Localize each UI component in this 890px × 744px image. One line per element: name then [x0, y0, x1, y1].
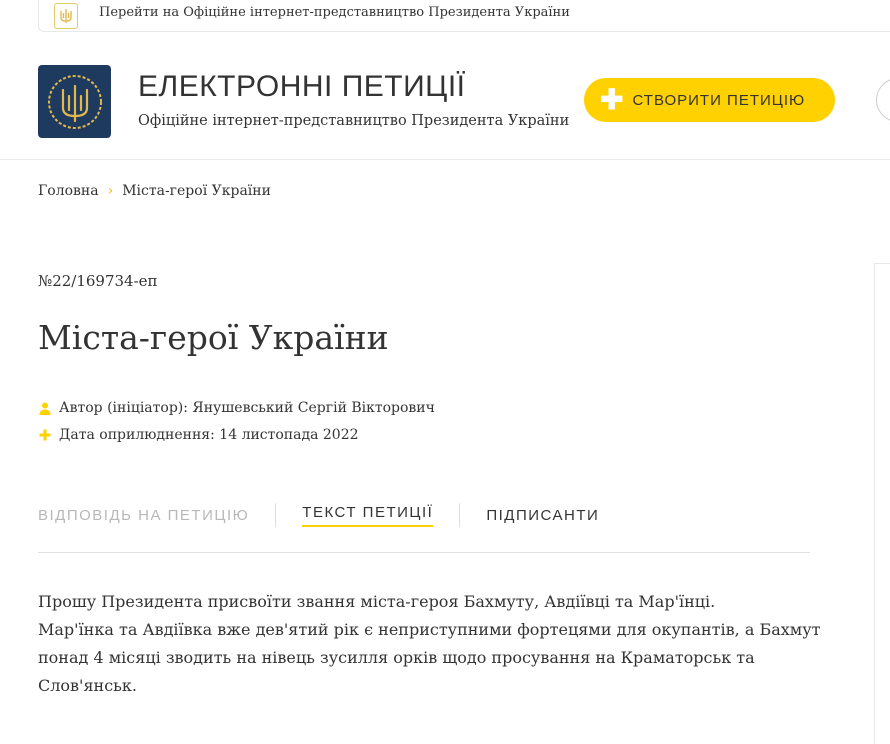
- tab-divider: [459, 503, 461, 527]
- site-title: ЕЛЕКТРОННІ ПЕТИЦІЇ: [138, 70, 466, 103]
- create-petition-label: СТВОРИТИ ПЕТИЦІЮ: [632, 91, 806, 109]
- petition-paragraph: Прошу Президента присвоїти звання міста-…: [38, 592, 716, 611]
- petition-date: Дата оприлюднення: 14 листопада 2022: [38, 427, 359, 443]
- user-menu-button[interactable]: [876, 78, 890, 122]
- tab-signers[interactable]: ПІДПИСАНТИ: [486, 507, 599, 524]
- petition-paragraph: Мар'їнка та Авдіївка вже дев'ятий рік є …: [38, 620, 821, 695]
- breadcrumb-home-link[interactable]: Головна: [38, 183, 99, 199]
- petition-text: Прошу Президента присвоїти звання міста-…: [38, 588, 828, 700]
- petition-tabs: ВІДПОВІДЬ НА ПЕТИЦІЮ ТЕКСТ ПЕТИЦІЇ ПІДПИ…: [38, 503, 599, 527]
- petition-author-text: Автор (ініціатор): Янушевський Сергій Ві…: [59, 400, 435, 416]
- breadcrumb: Головна › Міста-герої України: [38, 183, 271, 199]
- tab-petition-text[interactable]: ТЕКСТ ПЕТИЦІЇ: [302, 504, 434, 527]
- tab-answer[interactable]: ВІДПОВІДЬ НА ПЕТИЦІЮ: [38, 507, 249, 524]
- tabs-divider: [38, 552, 810, 553]
- plus-icon: [38, 429, 52, 441]
- header-divider: [0, 159, 890, 160]
- trident-logo-icon[interactable]: [38, 65, 111, 138]
- petition-title: Міста-герої України: [38, 318, 389, 357]
- chevron-right-icon: ›: [107, 183, 114, 199]
- petition-author: Автор (ініціатор): Янушевський Сергій Ві…: [38, 400, 435, 416]
- petition-date-text: Дата оприлюднення: 14 листопада 2022: [59, 427, 359, 443]
- tab-divider: [275, 503, 277, 527]
- site-subtitle: Офіційне інтернет-представництво Президе…: [138, 113, 570, 129]
- president-site-link[interactable]: Перейти на Офіційне інтернет-представниц…: [99, 5, 570, 20]
- trident-small-icon[interactable]: [54, 3, 78, 29]
- create-petition-button[interactable]: ✚ СТВОРИТИ ПЕТИЦІЮ: [584, 78, 835, 122]
- user-icon: [38, 402, 52, 415]
- breadcrumb-current: Міста-герої України: [122, 183, 271, 199]
- plus-icon: ✚: [600, 84, 625, 115]
- top-bar: Перейти на Офіційне інтернет-представниц…: [38, 0, 890, 32]
- sidebar-panel: [874, 263, 890, 744]
- petition-number: №22/169734-еп: [38, 272, 158, 290]
